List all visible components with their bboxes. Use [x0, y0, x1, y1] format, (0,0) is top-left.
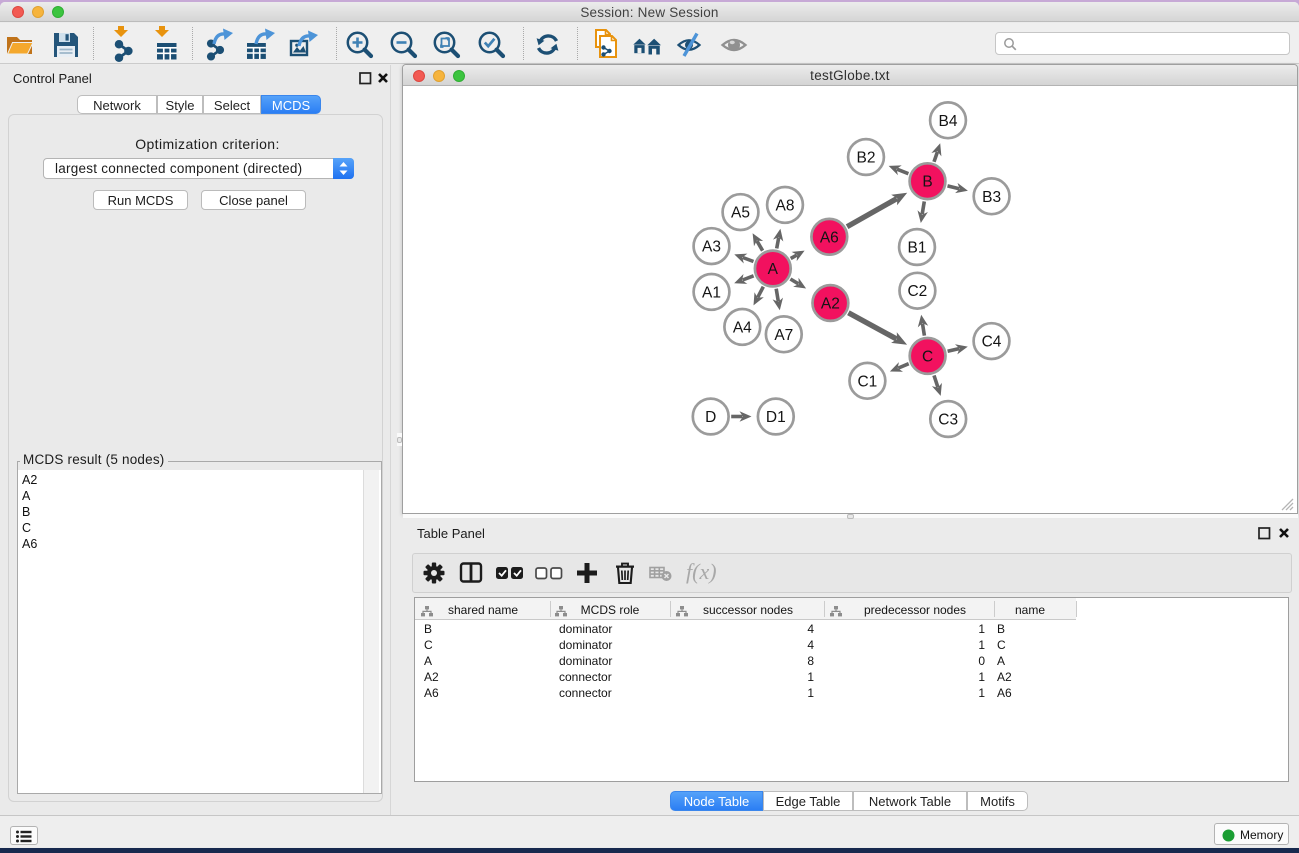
- svg-text:D1: D1: [766, 409, 786, 426]
- svg-text:C1: C1: [857, 373, 877, 390]
- svg-text:A6: A6: [820, 229, 839, 246]
- svg-text:B3: B3: [982, 189, 1001, 206]
- svg-text:B4: B4: [939, 113, 958, 130]
- svg-text:A: A: [768, 261, 779, 278]
- svg-text:A4: A4: [733, 319, 752, 336]
- svg-text:A2: A2: [821, 296, 840, 313]
- svg-text:A3: A3: [702, 239, 721, 256]
- svg-text:D: D: [705, 409, 716, 426]
- svg-text:B1: B1: [908, 240, 927, 257]
- svg-text:A5: A5: [731, 205, 750, 222]
- svg-text:A8: A8: [776, 197, 795, 214]
- svg-text:C: C: [922, 348, 933, 365]
- svg-text:A7: A7: [774, 327, 793, 344]
- svg-text:C2: C2: [907, 283, 927, 300]
- svg-text:B: B: [922, 174, 932, 191]
- svg-text:B2: B2: [857, 150, 876, 167]
- svg-text:A1: A1: [702, 284, 721, 301]
- svg-text:C3: C3: [938, 412, 958, 429]
- svg-text:C4: C4: [982, 334, 1002, 351]
